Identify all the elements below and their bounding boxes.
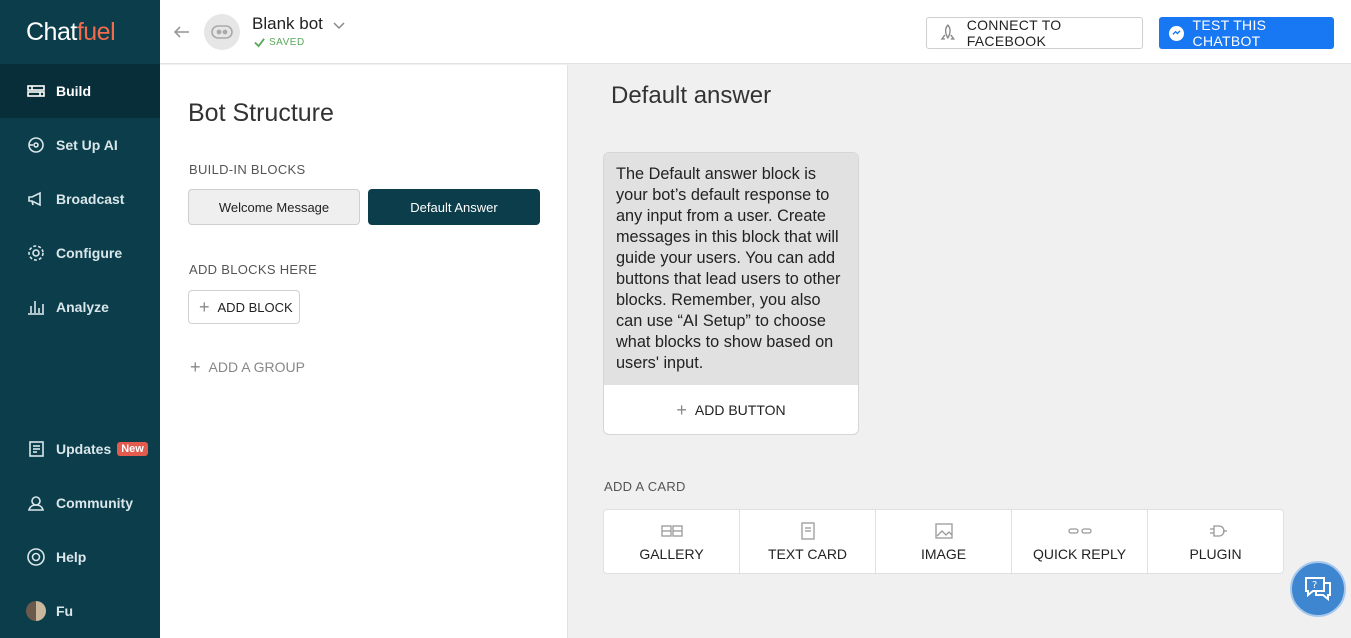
gallery-icon xyxy=(660,524,683,537)
card-option-label: PLUGIN xyxy=(1189,545,1242,562)
sidebar-item-label: Broadcast xyxy=(56,191,125,207)
sidebar-item-setup-ai[interactable]: Set Up AI xyxy=(0,118,160,172)
panel-title: Bot Structure xyxy=(188,99,334,127)
sidebar-item-profile[interactable]: Fu xyxy=(0,584,160,638)
lifebuoy-icon xyxy=(26,547,46,567)
image-icon xyxy=(934,522,953,539)
bar-chart-icon xyxy=(26,297,46,317)
sidebar: Chat fuel Build Set Up AI Broadcast Confi… xyxy=(0,0,160,638)
sidebar-item-label: Build xyxy=(56,83,91,99)
sidebar-item-label: Updates xyxy=(56,441,112,457)
add-button[interactable]: + ADD BUTTON xyxy=(604,385,858,434)
add-group-button[interactable]: + ADD A GROUP xyxy=(190,358,305,376)
test-chatbot-label: TEST THIS CHATBOT xyxy=(1192,17,1267,49)
quick-reply-icon xyxy=(1067,527,1092,534)
connect-facebook-label: CONNECT TO FACEBOOK xyxy=(966,17,1062,49)
svg-text:?: ? xyxy=(1312,580,1317,591)
plus-icon: + xyxy=(676,400,687,420)
help-chat-button[interactable]: ? xyxy=(1290,561,1346,617)
card-option-label: GALLERY xyxy=(639,545,704,562)
image-card-option[interactable]: IMAGE xyxy=(876,510,1012,573)
chatfuel-logo[interactable]: Chat fuel xyxy=(0,0,160,64)
welcome-message-block[interactable]: Welcome Message xyxy=(188,189,360,225)
build-icon xyxy=(26,81,46,101)
default-answer-block[interactable]: Default Answer xyxy=(368,189,540,225)
quick-reply-option[interactable]: QUICK REPLY xyxy=(1012,510,1148,573)
chevron-down-icon[interactable] xyxy=(332,18,346,32)
sidebar-item-label: Configure xyxy=(56,245,123,261)
sidebar-item-label: Analyze xyxy=(56,299,109,315)
sidebar-item-label: Set Up AI xyxy=(56,137,118,153)
card-type-bar: GALLERY TEXT CARD IMAGE QUICK REPLY PLUG… xyxy=(603,509,1284,574)
top-header: Blank bot SAVED CONNECT TO FACEBOOK TEST… xyxy=(160,0,1351,64)
messenger-icon xyxy=(1169,25,1184,41)
gear-icon xyxy=(26,243,46,263)
builtin-blocks-label: BUILD-IN BLOCKS xyxy=(189,162,306,177)
card-option-label: QUICK REPLY xyxy=(1032,545,1127,562)
text-card: The Default answer block is your bot’s d… xyxy=(603,152,859,435)
card-option-label: IMAGE xyxy=(920,545,967,562)
bot-structure-panel: Bot Structure BUILD-IN BLOCKS Welcome Me… xyxy=(160,65,568,638)
text-card-option[interactable]: TEXT CARD xyxy=(740,510,876,573)
sidebar-item-label: Fu xyxy=(56,603,74,619)
add-card-label: ADD A CARD xyxy=(604,479,686,494)
sidebar-item-updates[interactable]: Updates New xyxy=(0,422,160,476)
text-card-icon xyxy=(800,521,815,540)
sidebar-item-configure[interactable]: Configure xyxy=(0,226,160,280)
sidebar-item-broadcast[interactable]: Broadcast xyxy=(0,172,160,226)
card-text-input[interactable]: The Default answer block is your bot’s d… xyxy=(604,153,858,385)
check-icon xyxy=(254,38,265,48)
sidebar-item-analyze[interactable]: Analyze xyxy=(0,280,160,334)
sidebar-item-label: Community xyxy=(56,495,133,511)
test-chatbot-button[interactable]: TEST THIS CHATBOT xyxy=(1159,17,1334,49)
connect-facebook-button[interactable]: CONNECT TO FACEBOOK xyxy=(926,17,1143,49)
community-icon xyxy=(26,493,46,513)
robot-icon xyxy=(211,25,233,39)
plug-icon xyxy=(1209,524,1227,537)
sidebar-item-build[interactable]: Build xyxy=(0,64,160,118)
bot-name[interactable]: Blank bot xyxy=(252,14,323,34)
add-block-button[interactable]: + ADD BLOCK xyxy=(188,290,300,324)
ai-icon xyxy=(26,135,46,155)
add-button-label: ADD BUTTON xyxy=(694,402,786,418)
bot-avatar xyxy=(204,14,240,50)
plus-icon: + xyxy=(190,357,201,377)
plus-icon: + xyxy=(199,297,210,317)
add-blocks-label: ADD BLOCKS HERE xyxy=(189,262,318,277)
logo-text-chat: Chat xyxy=(26,17,77,46)
save-status: SAVED xyxy=(254,37,305,48)
save-status-text: SAVED xyxy=(269,37,305,48)
gallery-card-option[interactable]: GALLERY xyxy=(604,510,740,573)
sidebar-item-community[interactable]: Community xyxy=(0,476,160,530)
add-block-label: ADD BLOCK xyxy=(217,299,293,315)
new-badge: New xyxy=(117,442,148,456)
plugin-option[interactable]: PLUGIN xyxy=(1148,510,1283,573)
block-title[interactable]: Default answer xyxy=(611,82,771,110)
sidebar-item-help[interactable]: Help xyxy=(0,530,160,584)
add-group-label: ADD A GROUP xyxy=(208,359,305,375)
sidebar-item-label: Help xyxy=(56,549,87,565)
chat-help-icon: ? xyxy=(1305,577,1331,602)
news-icon xyxy=(26,439,46,459)
back-arrow-icon[interactable] xyxy=(172,22,192,42)
megaphone-icon xyxy=(26,189,46,209)
logo-text-fuel: fuel xyxy=(76,17,116,46)
rocket-icon xyxy=(940,24,956,40)
user-avatar xyxy=(26,601,46,621)
card-option-label: TEXT CARD xyxy=(767,545,848,562)
